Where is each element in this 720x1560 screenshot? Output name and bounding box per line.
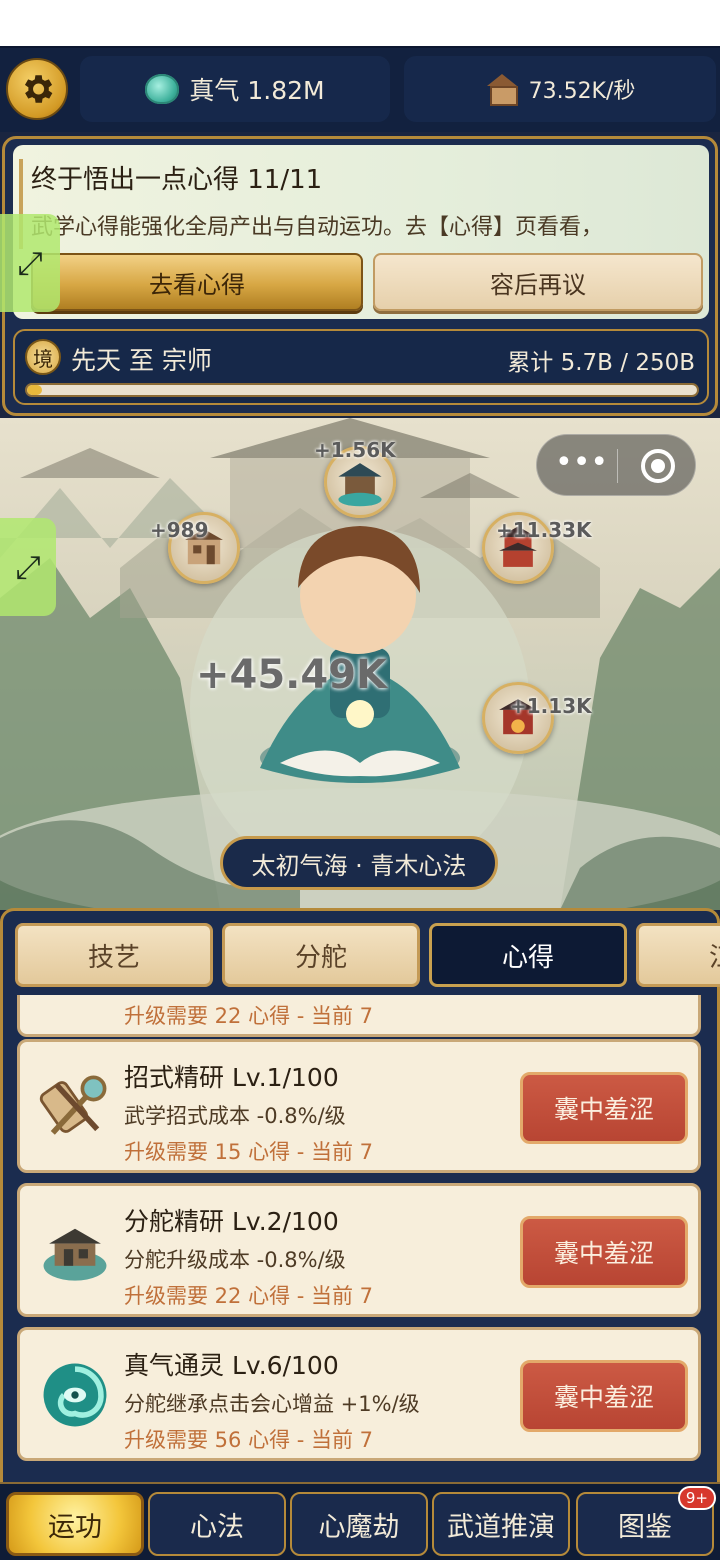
miniprogram-capsule: ••• [536,434,696,496]
income-rate-value: 73.52K/秒 [528,79,636,104]
realm-progress-track [25,383,699,397]
upgrade-card: 分舵精研 Lv.2/100 分舵升级成本 -0.8%/级 升级需要 22 心得 … [17,1183,701,1317]
gear-icon [24,75,53,103]
nav-codex-label: 图鉴 [618,1511,672,1543]
upgrade-requirement: 升级需要 15 心得 - 当前 7 [124,1140,374,1164]
quest-panel: 终于悟出一点心得 11/11 武学心得能强化全局产出与自动运功。去【心得】页看看… [2,136,718,416]
tab-branches[interactable]: 分舵 [222,923,420,987]
later-button[interactable]: 容后再议 [373,253,703,311]
building-tower-income: +11.33K [496,518,592,542]
upgrade-card: 招式精研 Lv.1/100 武学招式成本 -0.8%/级 升级需要 15 心得 … [17,1039,701,1173]
more-button[interactable]: ••• [555,448,608,481]
pavilion-icon [338,463,382,507]
qi-icon [145,74,180,104]
notification-badge: 9+ [677,1486,716,1510]
realm-total: 累计 5.7B / 250B [507,350,695,376]
nav-codex[interactable]: 图鉴 9+ [576,1486,716,1556]
income-rate-display: 73.52K/秒 [404,56,716,122]
floating-qi-gain: +45.49K [196,652,388,698]
building-forge[interactable] [482,682,554,754]
expand-panel-button[interactable]: ⤢ [0,214,60,312]
top-bar: 真气 1.82M 73.52K/秒 [0,46,720,132]
panel-tabs: 技艺 分舵 心得 江湖 [15,923,720,989]
upgrade-requirement: 升级需要 22 心得 - 当前 7 [124,1284,374,1308]
spirit-vortex-icon [38,1358,112,1432]
building-forge-income: +1.13K [510,694,592,718]
upgrade-title: 招式精研 Lv.1/100 [124,1063,339,1092]
quest-description: 武学心得能强化全局产出与自动运功。去【心得】页看看， [31,215,604,240]
realm-progress-bar: 境 先天 至 宗师 累计 5.7B / 250B [13,329,709,405]
qi-display: 真气 1.82M [80,56,390,122]
quest-title: 终于悟出一点心得 11/11 [31,165,323,195]
cultivation-scene: ••• +1.56K +989 +11.33K +1.13K +45.49K 太… [0,418,720,910]
building-workshop-income: +989 [150,518,209,542]
bottom-nav: 运功 心法 心魔劫 武道推演 图鉴 9+ [0,1482,720,1560]
nav-martial-simulation[interactable]: 武道推演 [432,1492,570,1556]
nav-cultivate[interactable]: 运功 [6,1492,144,1556]
close-target-button[interactable] [641,449,675,483]
capsule-divider [617,449,618,483]
go-see-insights-button[interactable]: 去看心得 [31,253,363,311]
upgrade-description: 分舵继承点击会心增益 +1%/级 [124,1392,420,1416]
expand-arrows-icon: ⤢ [15,547,41,586]
house-icon [485,74,519,106]
tab-skills[interactable]: 技艺 [15,923,213,987]
upgrade-button[interactable]: 囊中羞涩 [520,1072,688,1144]
branch-hall-icon [38,1214,112,1288]
upgrade-requirement: 升级需要 22 心得 - 当前 7 [124,1004,374,1028]
realm-name: 先天 至 宗师 [71,346,212,375]
scroll-swords-icon [38,1070,112,1144]
expand-arrows-icon: ⤢ [17,243,43,282]
realm-badge: 境 [25,339,61,375]
nav-heart-demon[interactable]: 心魔劫 [290,1492,428,1556]
tab-jianghu[interactable]: 江湖 [636,923,720,987]
status-strip [0,0,720,46]
upgrade-card-partial: 升级需要 22 心得 - 当前 7 [17,995,701,1037]
upgrade-list[interactable]: 升级需要 22 心得 - 当前 7 招式精研 Lv.1/100 武学招式成本 -… [15,995,705,1475]
upgrade-description: 分舵升级成本 -0.8%/级 [124,1248,346,1272]
upgrade-button[interactable]: 囊中羞涩 [520,1360,688,1432]
quest-card: 终于悟出一点心得 11/11 武学心得能强化全局产出与自动运功。去【心得】页看看… [13,145,709,319]
qi-value: 真气 1.82M [189,76,325,105]
tab-insights[interactable]: 心得 [429,923,627,987]
expand-scene-button[interactable]: ⤢ [0,518,56,616]
upgrade-requirement: 升级需要 56 心得 - 当前 7 [124,1428,374,1452]
realm-progress-fill [27,385,43,395]
upgrade-button[interactable]: 囊中羞涩 [520,1216,688,1288]
upgrade-panel: 技艺 分舵 心得 江湖 升级需要 22 心得 - 当前 7 招式精研 Lv.1/… [0,908,720,1484]
settings-button[interactable] [6,58,68,120]
nav-methods[interactable]: 心法 [148,1492,286,1556]
technique-banner[interactable]: 太初气海 · 青木心法 [220,836,498,890]
building-pavilion-income: +1.56K [314,438,396,462]
upgrade-title: 分舵精研 Lv.2/100 [124,1207,339,1236]
upgrade-card: 真气通灵 Lv.6/100 分舵继承点击会心增益 +1%/级 升级需要 56 心… [17,1327,701,1461]
upgrade-title: 真气通灵 Lv.6/100 [124,1351,339,1380]
upgrade-description: 武学招式成本 -0.8%/级 [124,1104,346,1128]
